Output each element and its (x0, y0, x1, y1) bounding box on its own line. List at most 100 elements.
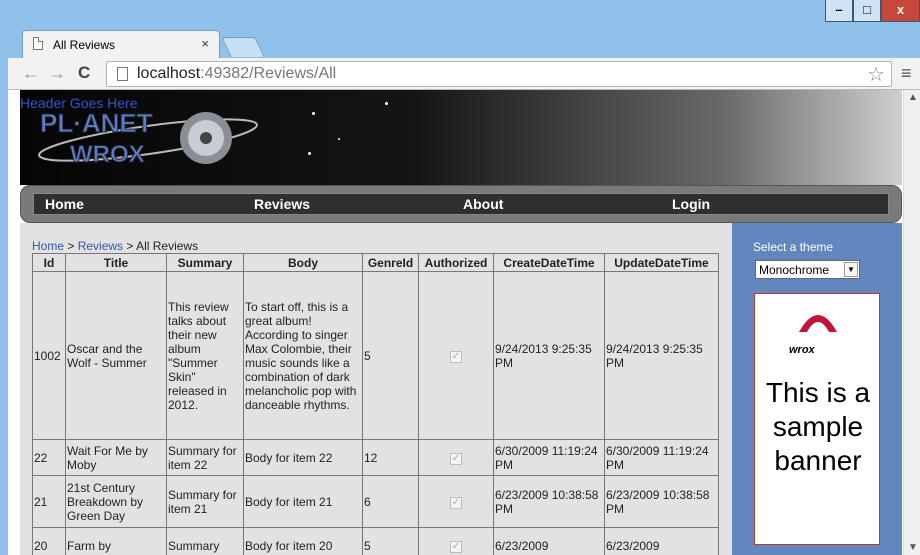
cell-genre: 12 (362, 439, 419, 476)
back-arrow-icon[interactable]: ← (22, 63, 40, 83)
browser-menu-icon[interactable]: ≡ (901, 63, 912, 84)
cell-updated: 6/23/2009 10:38:58 PM (604, 475, 719, 528)
page-icon (117, 67, 128, 81)
authorized-checkbox[interactable]: ✓ (450, 351, 462, 363)
cell-summary: Summary for item 21 (166, 475, 244, 528)
tab-title: All Reviews (53, 38, 116, 52)
minimize-button[interactable]: – (825, 0, 853, 22)
breadcrumb-home[interactable]: Home (32, 239, 64, 253)
breadcrumb-reviews[interactable]: Reviews (78, 239, 123, 253)
cell-created: 6/30/2009 11:19:24 PM (493, 439, 605, 476)
browser-toolbar: ← → C localhost:49382/Reviews/All ☆ ≡ (8, 58, 920, 90)
bookmark-star-icon[interactable]: ☆ (867, 62, 885, 87)
main-menu: Home Reviews About Login (20, 185, 902, 223)
cell-body: Body for item 22 (243, 439, 363, 476)
cell-genre: 6 (362, 475, 419, 528)
cell-id: 22 (32, 439, 66, 476)
menu-item-reviews[interactable]: Reviews (254, 196, 310, 212)
cell-authorized: ✓ (418, 439, 494, 476)
vertical-scrollbar[interactable]: ▲ ▼ (903, 90, 920, 555)
cell-genre: 5 (362, 271, 419, 440)
authorized-checkbox[interactable]: ✓ (450, 541, 462, 553)
cell-id: 1002 (32, 271, 66, 440)
page-icon (33, 37, 43, 50)
page-body: PL·ANET WROX Header Goes Here Home Revie… (20, 90, 902, 555)
banner-brand: wrox (789, 344, 815, 356)
cell-updated: 6/23/2009 (604, 527, 719, 555)
address-bar[interactable]: localhost:49382/Reviews/All ☆ (106, 61, 892, 87)
sidebar: Select a theme Monochrome ▼ wrox This is… (732, 223, 902, 555)
column-header: GenreId (362, 253, 419, 272)
star-dot (338, 138, 340, 140)
table-row: 20 Farm by Summary Body for item 20 5 ✓ … (32, 527, 719, 555)
cell-body: To start off, this is a great album! Acc… (243, 271, 363, 440)
planet-wrox-logo: PL·ANET WROX (38, 108, 258, 169)
sample-banner[interactable]: wrox This is a sample banner (754, 293, 880, 545)
cell-id: 20 (32, 527, 66, 555)
menu-item-about[interactable]: About (463, 196, 503, 212)
tab-close-icon[interactable]: × (201, 36, 209, 51)
cell-title: Farm by (65, 527, 167, 555)
table-row: 21 21st Century Breakdown by Green Day S… (32, 475, 719, 528)
svg-text:PL·ANET: PL·ANET (40, 108, 153, 138)
column-header: UpdateDateTime (604, 253, 719, 272)
column-header: Body (243, 253, 363, 272)
cell-summary: Summary (166, 527, 244, 555)
forward-arrow-icon[interactable]: → (48, 63, 66, 83)
cell-genre: 5 (362, 527, 419, 555)
header-text: Header Goes Here (20, 95, 138, 111)
column-header: Authorized (418, 253, 494, 272)
authorized-checkbox[interactable]: ✓ (450, 453, 462, 465)
star-dot (312, 112, 315, 115)
cell-body: Body for item 21 (243, 475, 363, 528)
page-viewport: PL·ANET WROX Header Goes Here Home Revie… (8, 90, 920, 555)
breadcrumb-current: All Reviews (136, 239, 199, 253)
reviews-table: Id Title Summary Body GenreId Authorized… (32, 253, 719, 555)
theme-label: Select a theme (753, 240, 834, 254)
reload-icon[interactable]: C (78, 63, 90, 83)
cell-created: 6/23/2009 10:38:58 PM (493, 475, 605, 528)
menu-item-home[interactable]: Home (45, 196, 84, 212)
authorized-checkbox[interactable]: ✓ (450, 497, 462, 509)
wrox-logo-icon (799, 315, 837, 332)
theme-select[interactable]: Monochrome ▼ (755, 260, 860, 279)
svg-text:WROX: WROX (70, 141, 145, 168)
theme-select-value: Monochrome (759, 263, 830, 277)
banner-text: This is a sample banner (765, 377, 871, 476)
cell-created: 6/23/2009 (493, 527, 605, 555)
cell-authorized: ✓ (418, 527, 494, 555)
main-content: Home > Reviews > All Reviews Id Title Su… (20, 223, 732, 555)
site-header: PL·ANET WROX Header Goes Here (20, 90, 902, 185)
cell-authorized: ✓ (418, 475, 494, 528)
breadcrumb-separator: > (64, 239, 78, 253)
breadcrumb-separator: > (123, 239, 137, 253)
scroll-up-icon[interactable]: ▲ (908, 92, 918, 103)
column-header: Title (65, 253, 167, 272)
cell-updated: 9/24/2013 9:25:35 PM (604, 271, 719, 440)
tab-all-reviews[interactable]: All Reviews × (22, 30, 220, 58)
cell-summary: This review talks about their new album … (166, 271, 244, 440)
table-row: 22 Wait For Me by Moby Summary for item … (32, 439, 719, 476)
browser-window: All Reviews × – □ x ← → C localhost:4938… (0, 0, 920, 555)
cell-body: Body for item 20 (243, 527, 363, 555)
breadcrumb: Home > Reviews > All Reviews (32, 239, 198, 253)
cell-summary: Summary for item 22 (166, 439, 244, 476)
chevron-down-icon: ▼ (844, 262, 858, 277)
close-window-button[interactable]: x (881, 0, 920, 22)
tab-strip: All Reviews × – □ x (0, 0, 920, 58)
new-tab-button[interactable] (221, 37, 265, 57)
scroll-down-icon[interactable]: ▼ (908, 542, 918, 553)
column-header: CreateDateTime (493, 253, 605, 272)
cell-created: 9/24/2013 9:25:35 PM (493, 271, 605, 440)
cell-updated: 6/30/2009 11:19:24 PM (604, 439, 719, 476)
menu-item-login[interactable]: Login (672, 196, 710, 212)
cell-title: Wait For Me by Moby (65, 439, 167, 476)
cell-authorized: ✓ (418, 271, 494, 440)
star-dot (385, 102, 388, 105)
column-header: Summary (166, 253, 244, 272)
url-text: localhost:49382/Reviews/All (137, 65, 337, 82)
maximize-button[interactable]: □ (853, 0, 881, 22)
table-row: 1002 Oscar and the Wolf - Summer This re… (32, 271, 719, 440)
cell-title: 21st Century Breakdown by Green Day (65, 475, 167, 528)
table-header-row: Id Title Summary Body GenreId Authorized… (32, 253, 719, 272)
